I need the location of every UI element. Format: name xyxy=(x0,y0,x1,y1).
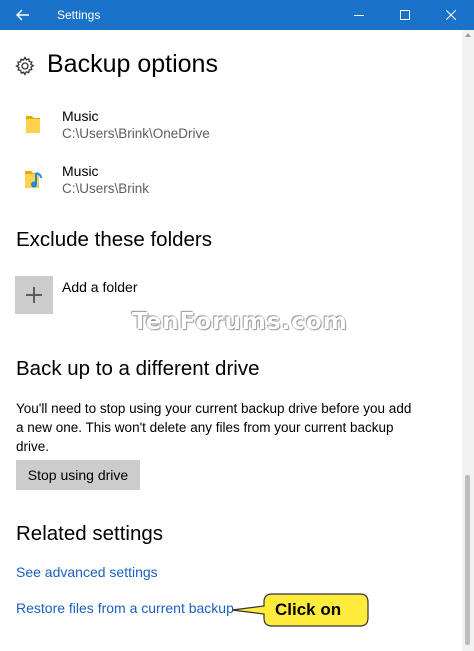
music-folder-icon xyxy=(25,171,42,188)
scrollbar-thumb[interactable] xyxy=(465,475,470,645)
restore-files-link[interactable]: Restore files from a current backup xyxy=(16,600,234,616)
close-button[interactable] xyxy=(428,0,474,30)
back-button[interactable] xyxy=(0,0,46,30)
folder-path: C:\Users\Brink\OneDrive xyxy=(62,126,210,141)
exclude-heading: Exclude these folders xyxy=(16,228,213,251)
folder-name: Music xyxy=(62,163,99,179)
minimize-button[interactable] xyxy=(336,0,382,30)
watermark: TenForums.com xyxy=(132,309,348,335)
callout-text: Click on xyxy=(275,600,342,619)
stop-using-drive-button[interactable]: Stop using drive xyxy=(16,460,140,490)
scroll-up-arrow-icon[interactable] xyxy=(465,32,471,38)
folder-name: Music xyxy=(62,108,99,124)
folder-path: C:\Users\Brink xyxy=(62,181,150,196)
page-title: Backup options xyxy=(47,50,218,78)
different-drive-heading: Back up to a different drive xyxy=(16,357,260,380)
close-icon xyxy=(446,10,456,20)
folder-icon xyxy=(26,116,40,133)
different-drive-description: You'll need to stop using your current b… xyxy=(16,401,412,454)
see-advanced-settings-link[interactable]: See advanced settings xyxy=(16,564,158,580)
maximize-icon xyxy=(400,10,410,20)
add-folder-label[interactable]: Add a folder xyxy=(62,279,138,295)
window-title: Settings xyxy=(57,8,101,22)
plus-icon[interactable] xyxy=(15,276,53,314)
minimize-icon xyxy=(354,15,364,16)
back-arrow-icon xyxy=(16,9,29,21)
gear-icon xyxy=(15,56,35,76)
title-bar: Settings xyxy=(0,0,474,30)
related-settings-heading: Related settings xyxy=(16,522,164,545)
maximize-button[interactable] xyxy=(382,0,428,30)
